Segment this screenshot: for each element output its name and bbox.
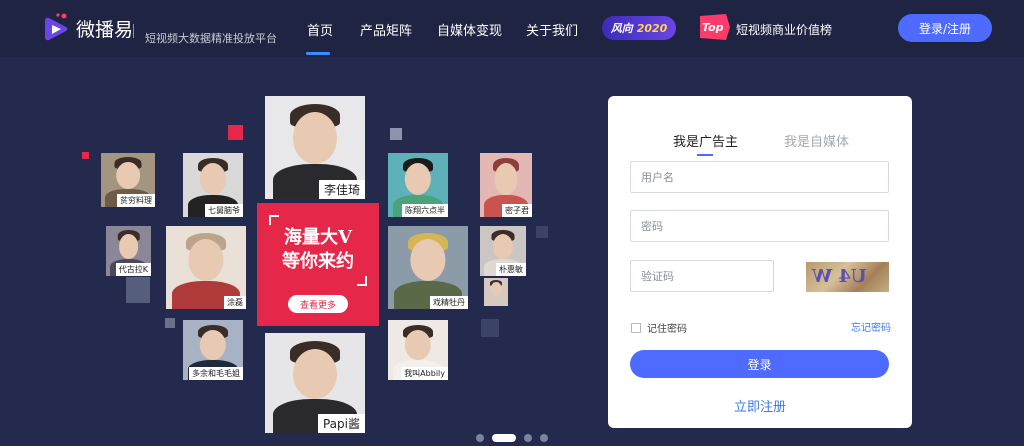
deco-square (228, 125, 243, 140)
badge-word: 风向 (610, 22, 633, 35)
carousel-dot-active[interactable] (492, 434, 516, 442)
influencer-name: 陈翔六点半 (402, 204, 448, 217)
remember-password[interactable]: 记住密码 (631, 320, 687, 335)
slogan: 短视频大数据精准投放平台 (145, 32, 277, 45)
deco-square (481, 319, 499, 337)
influencer-card-small[interactable] (484, 278, 508, 306)
username-input[interactable] (630, 161, 889, 193)
influencer-name: 李佳琦 (318, 180, 365, 199)
logo-name[interactable]: 微播易 (76, 15, 133, 42)
carousel-dot[interactable] (476, 434, 484, 442)
register-link[interactable]: 立即注册 (608, 396, 912, 415)
deco-square (126, 277, 150, 303)
influencer-name: 代古拉K (115, 263, 151, 276)
tab-self-media[interactable]: 我是自媒体 (784, 131, 849, 150)
fengxiang-2020-badge[interactable]: 风向 2020 (602, 16, 676, 40)
badge-year: 2020 (636, 21, 668, 35)
captcha-input[interactable] (630, 260, 774, 292)
promo-headline-1: 海量大V (284, 227, 352, 248)
carousel-dot[interactable] (524, 434, 532, 442)
nav-active-indicator (306, 52, 330, 55)
influencer-card[interactable]: 多余和毛毛姐 (183, 320, 243, 380)
captcha-text: U4 W (812, 266, 867, 287)
deco-square (536, 226, 548, 238)
influencer-name: 朴惠敏 (496, 263, 526, 276)
nav-product-matrix[interactable]: 产品矩阵 (360, 20, 412, 39)
influencer-name: 密子君 (502, 204, 532, 217)
top-list-logo-icon[interactable]: Top (696, 12, 732, 42)
deco-square (390, 128, 402, 140)
logo-divider (133, 24, 134, 38)
influencer-card[interactable]: 戏精牡丹 (388, 226, 468, 309)
influencer-name: 涂磊 (224, 296, 246, 309)
nav-about-us[interactable]: 关于我们 (526, 20, 578, 39)
login-button[interactable]: 登录 (630, 350, 889, 378)
influencer-card[interactable]: 涂磊 (166, 226, 246, 309)
influencer-name: 多余和毛毛姐 (189, 367, 243, 380)
top-logo-text: Top (702, 21, 724, 34)
top-list-label[interactable]: 短视频商业价值榜 (736, 21, 832, 38)
influencer-name: 戏精牡丹 (430, 296, 468, 309)
influencer-name: 七舅脑爷 (205, 204, 243, 217)
promo-headline-2: 等你来约 (282, 251, 354, 272)
nav-self-media[interactable]: 自媒体变现 (437, 20, 502, 39)
forgot-password-link[interactable]: 忘记密码 (851, 319, 891, 334)
influencer-card[interactable]: Papi酱 (265, 333, 365, 433)
influencer-name: 我叫Abbily (401, 367, 448, 380)
influencer-card[interactable]: 七舅脑爷 (183, 153, 243, 217)
weiboyi-logo-icon[interactable] (42, 12, 70, 44)
deco-square (82, 152, 89, 159)
tab-advertiser[interactable]: 我是广告主 (673, 131, 738, 150)
influencer-card[interactable]: 陈翔六点半 (388, 153, 448, 217)
promo-corner (357, 276, 367, 286)
carousel-dots (476, 434, 548, 442)
remember-label: 记住密码 (647, 324, 687, 335)
login-register-button[interactable]: 登录/注册 (898, 14, 992, 42)
influencer-card[interactable]: 我叫Abbily (388, 320, 448, 380)
carousel-dot[interactable] (540, 434, 548, 442)
login-card: 我是广告主 我是自媒体 U4 W 记住密码 忘记密码 登录 立即注册 (608, 96, 912, 428)
see-more-button[interactable]: 查看更多 (288, 295, 348, 313)
deco-square (165, 318, 175, 328)
influencer-card[interactable]: 贫穷料理 (101, 153, 155, 207)
influencer-name: 贫穷料理 (117, 194, 155, 207)
password-input[interactable] (630, 210, 889, 242)
top-header: 微播易 短视频大数据精准投放平台 首页 产品矩阵 自媒体变现 关于我们 风向 2… (0, 0, 1024, 57)
influencer-card[interactable]: 密子君 (480, 153, 532, 217)
nav-home[interactable]: 首页 (307, 20, 333, 39)
influencer-name: Papi酱 (317, 414, 365, 433)
remember-checkbox[interactable] (631, 322, 641, 333)
promo-tile[interactable]: 海量大V 等你来约 查看更多 (257, 203, 379, 326)
influencer-card[interactable]: 朴惠敏 (480, 226, 526, 276)
influencer-card[interactable]: 李佳琦 (265, 96, 365, 199)
influencer-card[interactable]: 代古拉K (106, 226, 151, 276)
captcha-image[interactable]: U4 W (806, 262, 889, 292)
tab-active-indicator (697, 154, 713, 156)
